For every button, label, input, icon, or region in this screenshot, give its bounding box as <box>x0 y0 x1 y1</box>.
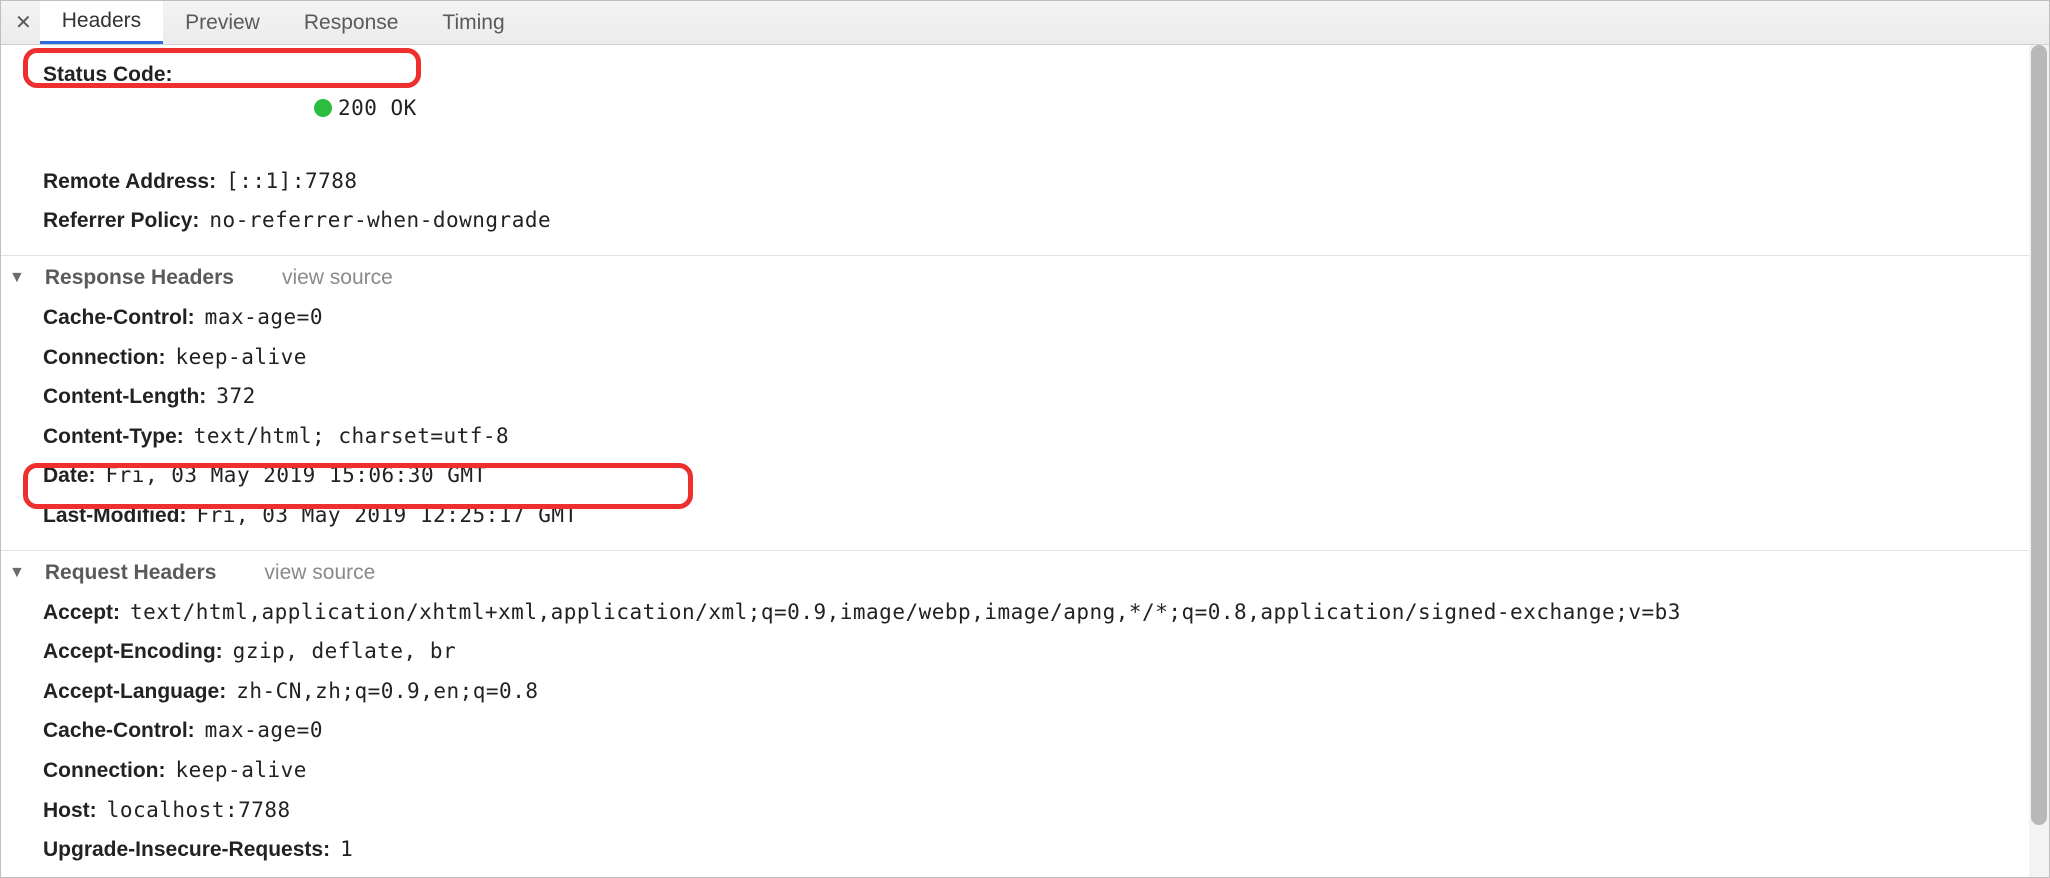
content-length-label: Content-Length: <box>43 380 206 414</box>
remote-address-label: Remote Address: <box>43 165 216 199</box>
host-value: localhost:7788 <box>107 794 291 828</box>
row-accept-language: Accept-Language: zh-CN,zh;q=0.9,en;q=0.8 <box>1 672 2049 712</box>
uir-label: Upgrade-Insecure-Requests: <box>43 833 330 867</box>
request-headers-toggle[interactable]: ▼ Request Headers view source <box>1 561 2049 585</box>
accept-language-value: zh-CN,zh;q=0.9,en;q=0.8 <box>236 675 538 709</box>
status-code-value: 200 OK <box>183 58 417 159</box>
accept-language-label: Accept-Language: <box>43 675 226 709</box>
last-modified-value: Fri, 03 May 2019 12:25:17 GMT <box>196 499 577 533</box>
row-accept: Accept: text/html,application/xhtml+xml,… <box>1 593 2049 633</box>
scrollbar-thumb[interactable] <box>2031 45 2047 825</box>
row-connection: Connection: keep-alive <box>1 338 2049 378</box>
row-upgrade-insecure-requests: Upgrade-Insecure-Requests: 1 <box>1 830 2049 870</box>
row-cache-control: Cache-Control: max-age=0 <box>1 298 2049 338</box>
triangle-down-icon: ▼ <box>9 269 25 287</box>
status-code-text: 200 OK <box>338 96 417 120</box>
content-type-value: text/html; charset=utf-8 <box>194 420 509 454</box>
general-block: Status Code: 200 OK Remote Address: [::1… <box>1 45 2049 255</box>
host-label: Host: <box>43 794 97 828</box>
date-label: Date: <box>43 459 96 493</box>
cache-control-value: max-age=0 <box>205 301 323 335</box>
cache-control-req-label: Cache-Control: <box>43 714 195 748</box>
row-status-code: Status Code: 200 OK <box>43 55 2049 162</box>
date-value: Fri, 03 May 2019 15:06:30 GMT <box>106 459 487 493</box>
cache-control-label: Cache-Control: <box>43 301 195 335</box>
response-headers-title: Response Headers <box>45 266 234 290</box>
status-dot-icon <box>314 99 332 117</box>
row-referrer-policy: Referrer Policy: no-referrer-when-downgr… <box>43 201 2049 241</box>
view-source-link[interactable]: view source <box>282 266 393 290</box>
tab-timing[interactable]: Timing <box>420 1 526 44</box>
tab-response[interactable]: Response <box>282 1 421 44</box>
tab-preview[interactable]: Preview <box>163 1 282 44</box>
row-connection-req: Connection: keep-alive <box>1 751 2049 791</box>
connection-label: Connection: <box>43 341 165 375</box>
accept-label: Accept: <box>43 596 120 630</box>
tab-headers[interactable]: Headers <box>40 1 163 44</box>
row-remote-address: Remote Address: [::1]:7788 <box>43 162 2049 202</box>
accept-value: text/html,application/xhtml+xml,applicat… <box>130 596 1681 630</box>
content-type-label: Content-Type: <box>43 420 184 454</box>
referrer-policy-label: Referrer Policy: <box>43 204 199 238</box>
connection-req-label: Connection: <box>43 754 165 788</box>
content-length-value: 372 <box>216 380 255 414</box>
devtools-headers-panel: ✕ Headers Preview Response Timing Status… <box>0 0 2050 878</box>
row-cache-control-req: Cache-Control: max-age=0 <box>1 711 2049 751</box>
request-headers-title: Request Headers <box>45 561 217 585</box>
row-content-length: Content-Length: 372 <box>1 377 2049 417</box>
accept-encoding-label: Accept-Encoding: <box>43 635 223 669</box>
response-headers-toggle[interactable]: ▼ Response Headers view source <box>1 266 2049 290</box>
row-host: Host: localhost:7788 <box>1 791 2049 831</box>
row-accept-encoding: Accept-Encoding: gzip, deflate, br <box>1 632 2049 672</box>
row-content-type: Content-Type: text/html; charset=utf-8 <box>1 417 2049 457</box>
view-source-link[interactable]: view source <box>264 561 375 585</box>
connection-value: keep-alive <box>175 341 306 375</box>
remote-address-value: [::1]:7788 <box>226 165 357 199</box>
response-headers-section: ▼ Response Headers view source Cache-Con… <box>1 255 2049 550</box>
headers-content: Status Code: 200 OK Remote Address: [::1… <box>1 45 2049 878</box>
referrer-policy-value: no-referrer-when-downgrade <box>209 204 551 238</box>
tab-bar: ✕ Headers Preview Response Timing <box>1 1 2049 45</box>
last-modified-label: Last-Modified: <box>43 499 186 533</box>
row-date: Date: Fri, 03 May 2019 15:06:30 GMT <box>1 456 2049 496</box>
cache-control-req-value: max-age=0 <box>205 714 323 748</box>
row-last-modified: Last-Modified: Fri, 03 May 2019 12:25:17… <box>1 496 2049 536</box>
status-code-label: Status Code: <box>43 58 173 159</box>
close-icon[interactable]: ✕ <box>7 10 40 35</box>
connection-req-value: keep-alive <box>175 754 306 788</box>
uir-value: 1 <box>340 833 353 867</box>
triangle-down-icon: ▼ <box>9 564 25 582</box>
accept-encoding-value: gzip, deflate, br <box>233 635 456 669</box>
request-headers-section: ▼ Request Headers view source Accept: te… <box>1 550 2049 878</box>
